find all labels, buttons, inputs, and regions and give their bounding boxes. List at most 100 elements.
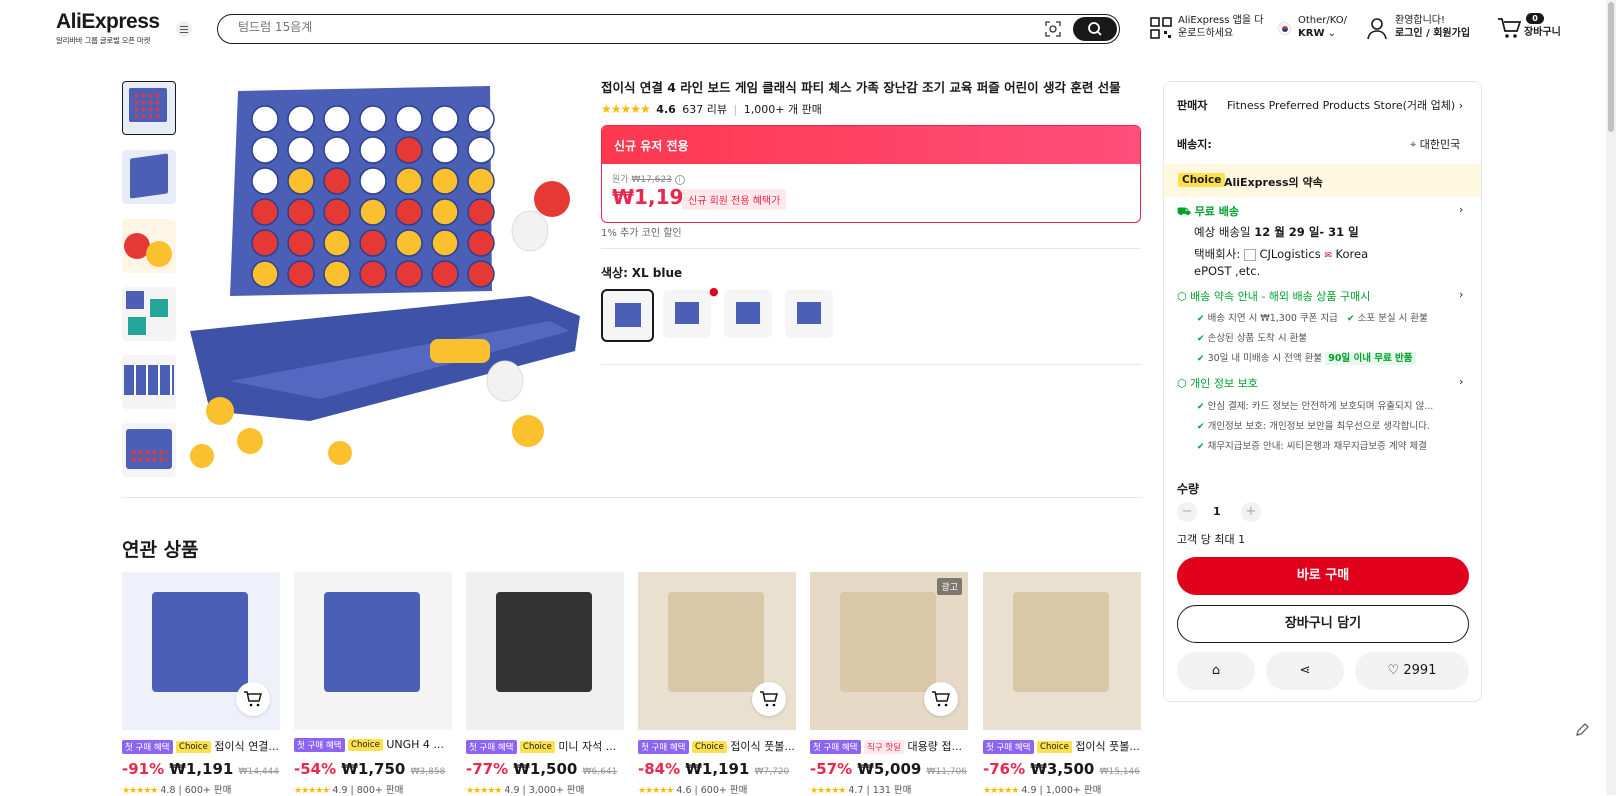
thumbnail-6[interactable] (122, 423, 176, 477)
board-disc (395, 105, 423, 133)
scrollbar-thumb[interactable] (1608, 2, 1614, 132)
quantity-value[interactable]: 1 (1213, 505, 1221, 518)
app-download-link[interactable]: AliExpress 앱을 다 운로드하세요 (1178, 14, 1263, 40)
menu-icon[interactable] (176, 21, 192, 37)
related-product-rating: ★★★★★ 4.9 | 1,000+ 판매 (983, 785, 1102, 796)
price: ₩1,191 (169, 760, 234, 778)
aliexpress-logo[interactable]: AliExpress 알리바바 그룹 글로벌 오픈 마켓 (56, 10, 160, 46)
related-product-image[interactable] (983, 572, 1141, 730)
related-product-image[interactable] (638, 572, 796, 730)
discount: -57% (810, 760, 853, 778)
related-product-meta: 첫 구매 혜택 Choice 접이식 연결... (122, 738, 282, 754)
board-disc (431, 167, 459, 195)
quantity-decrease-button[interactable]: − (1177, 502, 1197, 522)
login-signup-label: 로그인 / 회원가입 (1395, 28, 1471, 39)
original-price: ₩17,623 (631, 175, 672, 185)
first-purchase-badge: 첫 구매 혜택 (122, 740, 173, 754)
board-disc (359, 260, 387, 288)
store-icon: ⌂ (1211, 663, 1221, 678)
image-search-icon[interactable] (1045, 21, 1061, 37)
edit-pencil-icon[interactable] (1574, 722, 1596, 744)
delivery-promise-row[interactable]: ⬡ 배송 약속 안내 - 해외 배송 상품 구매시 (1177, 288, 1370, 304)
buy-now-button[interactable]: 바로 구매 (1177, 557, 1469, 595)
thumbnail-5[interactable] (122, 355, 176, 409)
discount: -54% (294, 760, 337, 778)
language-currency-selector[interactable]: Other/KO/ KRW ⌄ (1298, 14, 1347, 40)
related-product-image[interactable] (466, 572, 624, 730)
thumbnail-4[interactable] (122, 287, 176, 341)
related-product-image[interactable]: 광고 (810, 572, 968, 730)
variant-3[interactable] (724, 290, 772, 338)
board-disc (467, 229, 495, 257)
store-button[interactable]: ⌂ (1177, 652, 1255, 690)
scrollbar[interactable] (1606, 0, 1616, 795)
rating: 4.7 (848, 785, 864, 796)
board-disc (359, 198, 387, 226)
cart-icon[interactable] (1497, 17, 1521, 39)
free-shipping-row[interactable]: ⛟ 무료 배송 (1177, 203, 1239, 220)
board-disc (431, 229, 459, 257)
sold: 600+ 판매 (184, 785, 232, 796)
ship-to-country[interactable]: ⌖ 대한민국 (1410, 136, 1460, 152)
app-download-line1: AliExpress 앱을 다 (1178, 15, 1264, 26)
share-button[interactable]: ⋖ (1266, 652, 1344, 690)
review-count[interactable]: 637 리뷰 (682, 103, 727, 116)
quantity-limit: 고객 당 최대 1 (1177, 533, 1246, 546)
privacy-row[interactable]: ⬡ 개인 정보 보호 (1177, 375, 1258, 391)
cart-label[interactable]: 장바구니 (1524, 26, 1561, 39)
sold: 1,000+ 판매 (1045, 785, 1102, 796)
quantity-increase-button[interactable]: + (1241, 502, 1261, 522)
carrier-prefix: 택배회사: (1194, 247, 1241, 261)
new-user-promo-box: 신규 유저 전용 원가 ₩17,623 i ₩1,191 신규 회원 전용 혜택… (601, 125, 1141, 223)
quick-add-cart-button[interactable] (924, 682, 958, 716)
info-icon[interactable]: i (674, 175, 685, 185)
thumbnail-1[interactable] (122, 81, 176, 135)
price: ₩3,500 (1030, 760, 1095, 778)
original-price-row: 원가 ₩17,623 i (612, 172, 685, 185)
login-signup-link[interactable]: 환영합니다! 로그인 / 회원가입 (1395, 14, 1470, 40)
search-input[interactable] (238, 20, 938, 34)
wishlist-button[interactable]: ♡ 2991 (1355, 652, 1469, 690)
carrier-korea: Korea (1335, 247, 1369, 261)
variant-2[interactable] (663, 290, 711, 338)
purchase-panel: 판매자 Fitness Preferred Products Store(거래 … (1163, 81, 1482, 702)
promise-item-2: 소포 분실 시 환불 (1357, 313, 1428, 324)
chevron-right-icon[interactable]: › (1459, 288, 1463, 301)
color-value: XL blue (631, 266, 683, 280)
choice-badge: Choice (348, 739, 383, 751)
rating: 4.8 (160, 785, 176, 796)
hot-flame-icon: ● (709, 285, 719, 298)
first-purchase-badge: 첫 구매 혜택 (810, 740, 861, 754)
related-product-name: 미니 자석 ... (558, 740, 617, 753)
board-disc (323, 105, 351, 133)
related-product-image[interactable] (294, 572, 452, 730)
thumbnail-3[interactable] (122, 219, 176, 273)
location-pin-icon: ⌖ (1410, 138, 1417, 151)
rating-stars-icon: ★★★★★ (601, 102, 651, 116)
related-product-price-row: -54% ₩1,750 ₩3,858 (294, 760, 445, 778)
qr-code-icon[interactable] (1150, 17, 1172, 39)
rating: 4.9 (504, 785, 520, 796)
add-to-cart-button[interactable]: 장바구니 담기 (1177, 605, 1469, 643)
cart-plus-icon (760, 691, 778, 707)
search-button[interactable] (1073, 17, 1117, 41)
cart-plus-icon (932, 691, 950, 707)
rating: 4.6 (676, 785, 692, 796)
quick-add-cart-button[interactable] (752, 682, 786, 716)
first-purchase-badge: 첫 구매 혜택 (466, 740, 517, 754)
choice-badge: Choice (176, 741, 211, 753)
discount: -84% (638, 760, 681, 778)
user-icon[interactable] (1366, 17, 1388, 41)
chevron-right-icon[interactable]: › (1459, 203, 1463, 216)
chevron-right-icon[interactable]: › (1459, 375, 1463, 388)
seller-link[interactable]: Fitness Preferred Products Store(거래 업체) … (1227, 97, 1463, 113)
related-product-image[interactable] (122, 572, 280, 730)
original-price: ₩6,641 (582, 767, 618, 777)
cart-count-badge: 0 (1526, 13, 1544, 24)
variant-4[interactable] (785, 290, 833, 338)
quick-add-cart-button[interactable] (236, 682, 270, 716)
board-disc (251, 136, 279, 164)
main-product-image[interactable] (190, 81, 581, 472)
thumbnail-2[interactable] (122, 150, 176, 204)
variant-xl-blue[interactable] (601, 289, 654, 342)
